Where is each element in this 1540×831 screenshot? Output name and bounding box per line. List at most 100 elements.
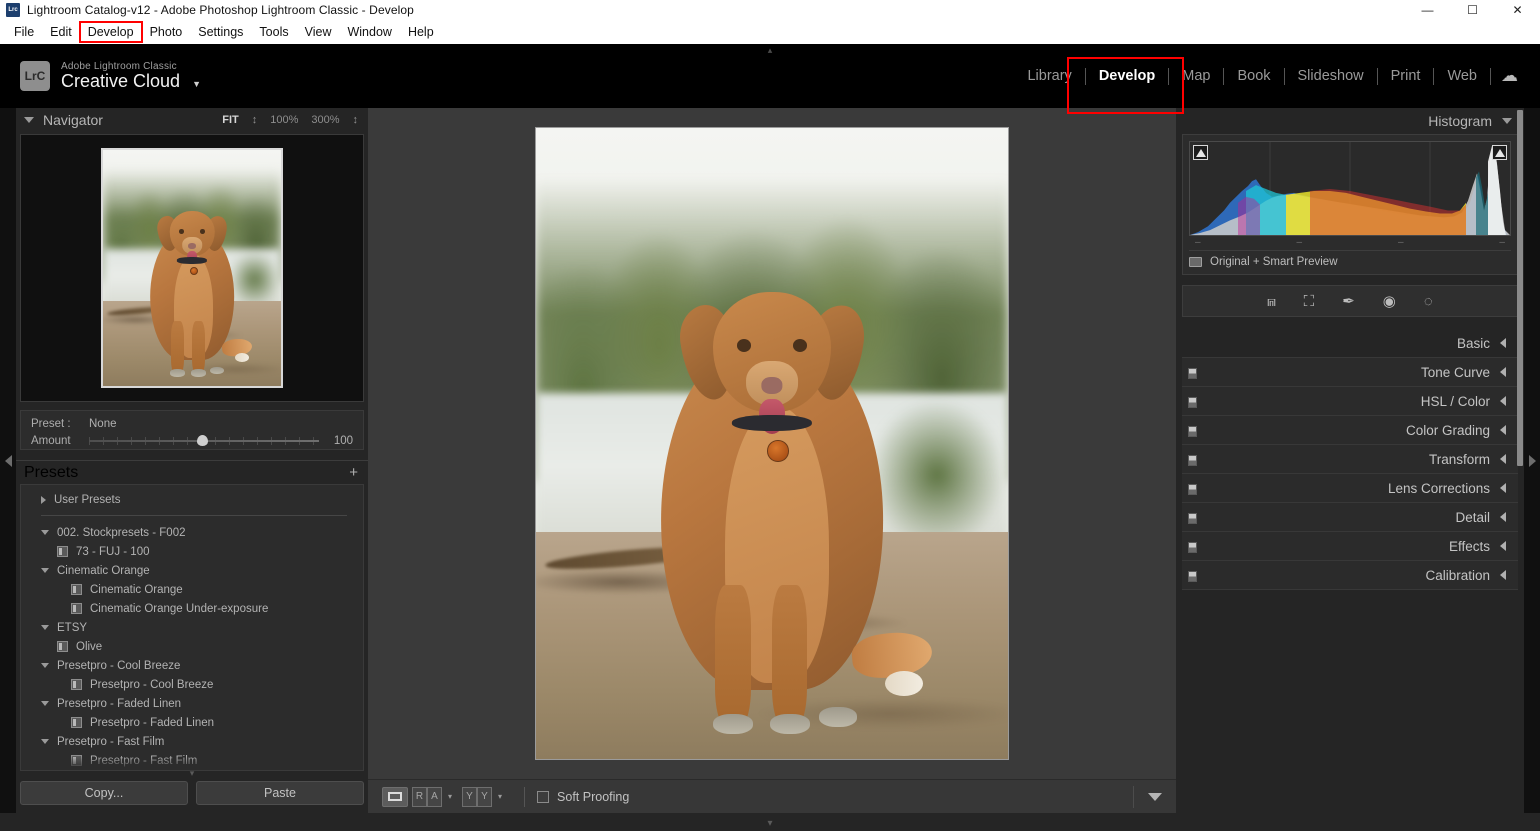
list-item[interactable]: 002. Stockpresets - F002 — [21, 523, 363, 542]
radial-gradient-icon[interactable]: ◌ — [1424, 294, 1433, 309]
zoom-custom-stepper-icon[interactable]: ↕ — [353, 114, 359, 126]
chevron-down-icon[interactable] — [41, 739, 49, 744]
before-after-button[interactable]: Y Y — [462, 786, 493, 807]
list-item[interactable]: Presetpro - Fast Film — [21, 732, 363, 751]
chevron-right-icon[interactable] — [41, 495, 46, 504]
panel-toggle-switch[interactable] — [1188, 455, 1197, 466]
histogram-graph[interactable] — [1189, 141, 1511, 236]
panel-calibration[interactable]: Calibration — [1182, 561, 1518, 590]
list-item[interactable]: Olive — [21, 637, 363, 656]
menu-view[interactable]: View — [297, 22, 340, 42]
menu-edit[interactable]: Edit — [42, 22, 80, 42]
panel-effects[interactable]: Effects — [1182, 532, 1518, 561]
collapse-arrow-icon[interactable] — [1500, 570, 1506, 580]
panel-toggle-switch[interactable] — [1188, 397, 1197, 408]
panel-color-grading[interactable]: Color Grading — [1182, 416, 1518, 445]
compare-view-button[interactable]: R A — [412, 786, 442, 807]
copy-button[interactable]: Copy... — [20, 781, 188, 805]
chevron-down-icon[interactable] — [41, 625, 49, 630]
panel-toggle-switch[interactable] — [1188, 571, 1197, 582]
panel-toggle-switch[interactable] — [1188, 426, 1197, 437]
menu-help[interactable]: Help — [400, 22, 442, 42]
collapse-arrow-icon[interactable] — [1500, 541, 1506, 551]
presets-header[interactable]: Presets + — [16, 460, 368, 484]
healing-brush-icon[interactable]: ✒ — [1342, 294, 1355, 309]
amount-value[interactable]: 100 — [319, 435, 353, 447]
zoom-fit-button[interactable]: FIT — [222, 114, 239, 126]
navigator-header[interactable]: Navigator FIT ↕ 100% 300% ↕ — [16, 108, 368, 132]
slider-knob[interactable] — [197, 434, 209, 446]
chevron-down-icon[interactable] — [41, 568, 49, 573]
navigator-thumbnail[interactable] — [101, 148, 283, 388]
list-item[interactable]: Presetpro - Faded Linen — [21, 713, 363, 732]
paste-button[interactable]: Paste — [196, 781, 364, 805]
collapse-arrow-icon[interactable] — [1500, 483, 1506, 493]
panel-tone-curve[interactable]: Tone Curve — [1182, 358, 1518, 387]
image-canvas[interactable] — [368, 108, 1176, 779]
main-photo[interactable] — [535, 127, 1009, 760]
collapse-arrow-icon[interactable] — [1500, 338, 1506, 348]
list-item[interactable]: Presetpro - Faded Linen — [21, 694, 363, 713]
list-item[interactable]: User Presets — [21, 490, 363, 509]
collapse-arrow-icon[interactable] — [1500, 512, 1506, 522]
cloud-off-icon[interactable]: ☁ — [1501, 66, 1518, 86]
left-panel-collapse-toggle[interactable] — [0, 108, 16, 813]
chevron-down-icon[interactable]: ▼ — [192, 79, 201, 90]
panel-hsl-color[interactable]: HSL / Color — [1182, 387, 1518, 416]
soft-proofing-label[interactable]: Soft Proofing — [557, 790, 629, 804]
masking-icon[interactable]: ⩎ — [1267, 294, 1275, 309]
chevron-down-icon[interactable] — [41, 530, 49, 535]
identity-plate[interactable]: Adobe Lightroom Classic Creative Cloud ▼ — [61, 61, 201, 92]
list-item[interactable]: Cinematic Orange — [21, 561, 363, 580]
menu-tools[interactable]: Tools — [251, 22, 296, 42]
collapse-arrow-icon[interactable] — [1500, 425, 1506, 435]
panel-toggle-switch[interactable] — [1188, 368, 1197, 379]
crop-icon[interactable]: ⛶ — [1304, 294, 1315, 309]
compare-caret-icon[interactable]: ▾ — [448, 792, 452, 801]
right-panel-scrollbar[interactable] — [1516, 110, 1524, 510]
zoom-fit-stepper-icon[interactable]: ↕ — [252, 114, 258, 126]
module-library[interactable]: Library — [1014, 63, 1084, 89]
maximize-button[interactable]: ☐ — [1450, 0, 1495, 20]
module-book[interactable]: Book — [1224, 63, 1283, 89]
menu-window[interactable]: Window — [339, 22, 399, 42]
list-item[interactable]: Presetpro - Cool Breeze — [21, 675, 363, 694]
red-eye-icon[interactable]: ◉ — [1383, 294, 1396, 309]
module-print[interactable]: Print — [1378, 63, 1434, 89]
filmstrip-grip[interactable]: ▾ — [767, 818, 772, 829]
panel-basic[interactable]: Basic — [1182, 329, 1518, 358]
chevron-down-icon[interactable] — [41, 701, 49, 706]
chevron-down-icon[interactable] — [41, 663, 49, 668]
panel-detail[interactable]: Detail — [1182, 503, 1518, 532]
list-item[interactable]: Presetpro - Cool Breeze — [21, 656, 363, 675]
collapse-arrow-icon[interactable] — [1500, 396, 1506, 406]
plus-icon[interactable]: + — [349, 464, 358, 481]
panel-transform[interactable]: Transform — [1182, 445, 1518, 474]
module-slideshow[interactable]: Slideshow — [1285, 63, 1377, 89]
panel-lens-corrections[interactable]: Lens Corrections — [1182, 474, 1518, 503]
amount-slider[interactable] — [89, 434, 319, 447]
disclosure-triangle-icon[interactable] — [1502, 118, 1512, 124]
top-panel-grip[interactable]: ▴ — [757, 46, 783, 55]
module-develop[interactable]: Develop — [1086, 63, 1168, 89]
highlight-clipping-icon[interactable] — [1492, 145, 1507, 160]
collapse-arrow-icon[interactable] — [1500, 367, 1506, 377]
left-panel-grip[interactable] — [16, 771, 368, 781]
panel-toggle-switch[interactable] — [1188, 542, 1197, 553]
zoom-100-button[interactable]: 100% — [270, 114, 298, 126]
loupe-view-icon[interactable] — [382, 786, 408, 807]
right-panel-collapse-toggle[interactable] — [1524, 108, 1540, 813]
zoom-300-button[interactable]: 300% — [311, 114, 339, 126]
scrollbar-thumb[interactable] — [1517, 110, 1523, 466]
list-item[interactable]: 73 - FUJ - 100 — [21, 542, 363, 561]
soft-proofing-checkbox[interactable] — [537, 790, 550, 803]
navigator-preview[interactable] — [20, 134, 364, 402]
shadow-clipping-icon[interactable] — [1193, 145, 1208, 160]
histogram-header[interactable]: Histogram — [1176, 108, 1524, 134]
panel-toggle-switch[interactable] — [1188, 513, 1197, 524]
list-item[interactable]: Cinematic Orange Under-exposure — [21, 599, 363, 618]
presets-list[interactable]: User Presets 002. Stockpresets - F002 73… — [20, 484, 364, 771]
list-item[interactable]: ETSY — [21, 618, 363, 637]
collapse-arrow-icon[interactable] — [1500, 454, 1506, 464]
menu-develop[interactable]: Develop — [78, 21, 143, 43]
